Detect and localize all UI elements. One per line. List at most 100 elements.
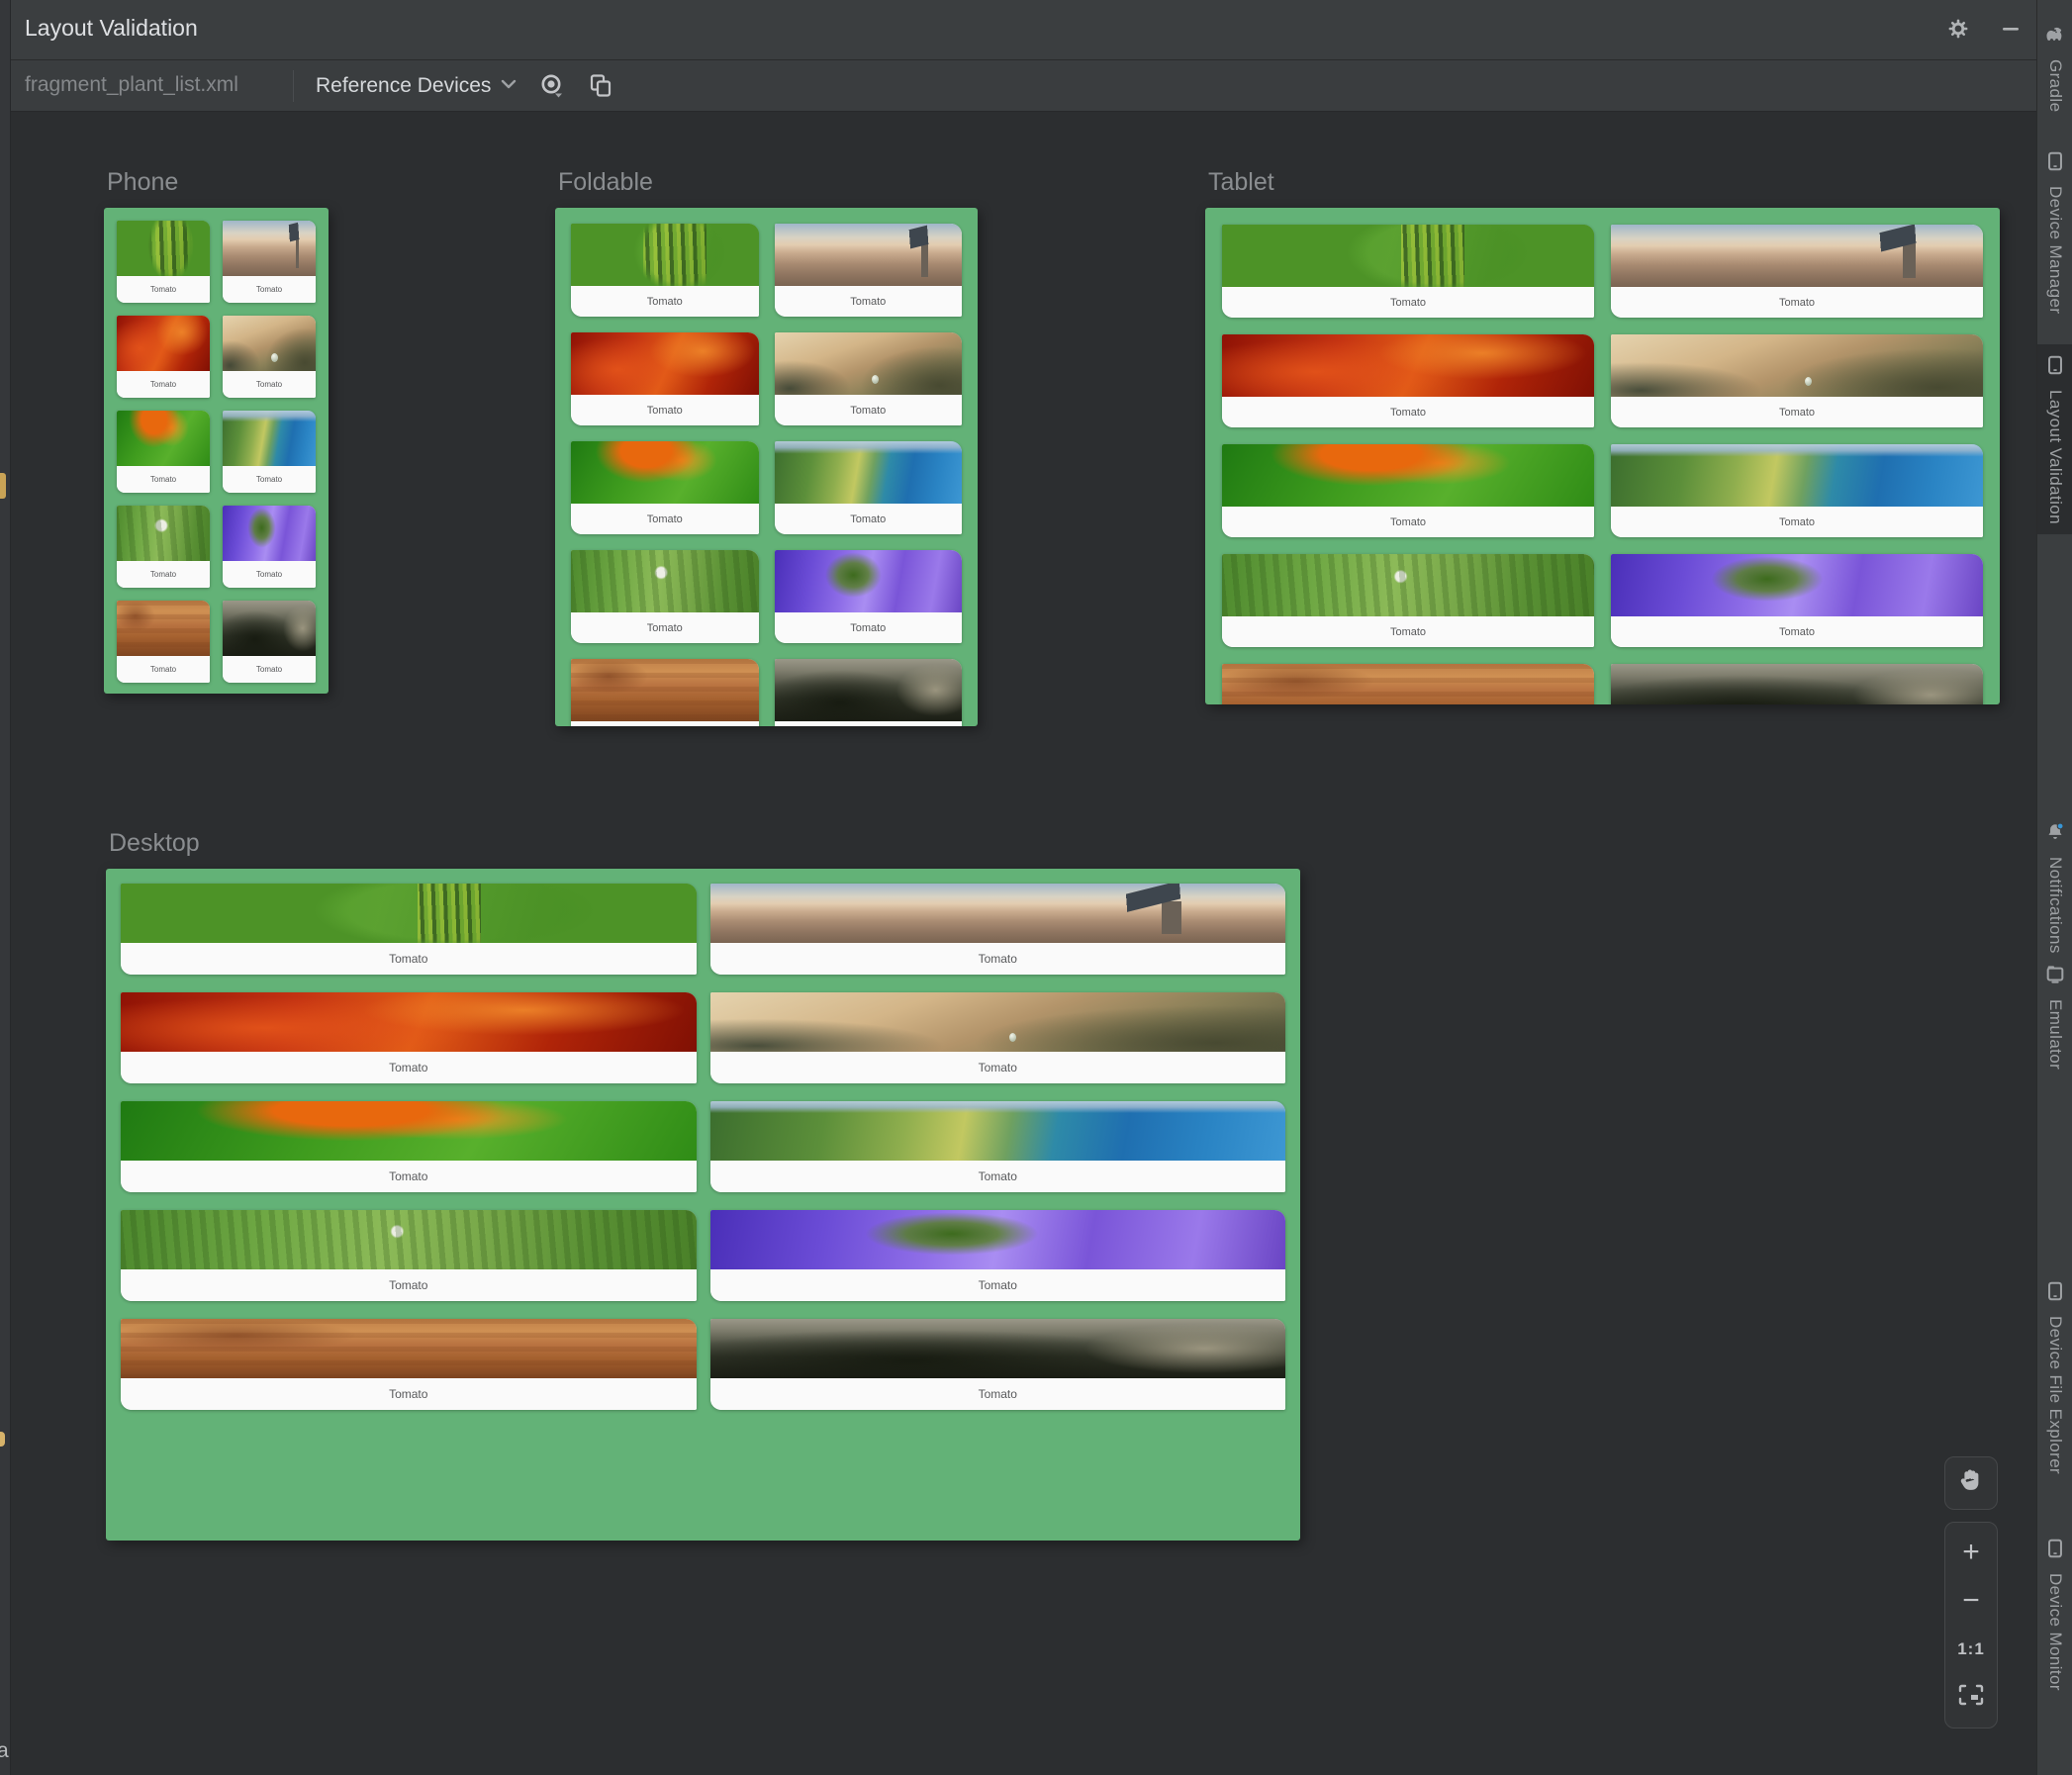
stripe-tab-label: Device File Explorer — [2046, 1316, 2065, 1475]
plant-card-caption: Tomato — [774, 721, 962, 726]
settings-button[interactable] — [1941, 14, 1975, 47]
plant-card-caption: Tomato — [223, 466, 316, 493]
plant-card: Tomato — [223, 411, 316, 493]
current-file-label: fragment_plant_list.xml — [25, 73, 238, 96]
fit-screen-icon — [1958, 1684, 1984, 1711]
desert-photo — [117, 601, 210, 656]
hide-tool-window-button[interactable] — [1994, 14, 2027, 47]
layout-validation-toolbar: fragment_plant_list.xml Reference Device… — [11, 60, 2036, 112]
plant-card: Tomato — [117, 601, 210, 683]
device-phone-icon — [2044, 1280, 2066, 1307]
plant-card: Tomato — [117, 221, 210, 303]
plant-card: Tomato — [223, 221, 316, 303]
plant-card-caption: Tomato — [117, 656, 210, 683]
telescope-city-photo — [774, 224, 962, 286]
plant-card: Tomato — [1222, 664, 1594, 704]
stripe-tab-device-monitor[interactable]: Device Monitor — [2037, 1528, 2072, 1701]
stripe-tab-layout-validation[interactable]: Layout Validation — [2037, 344, 2072, 534]
plant-card: Tomato — [223, 316, 316, 398]
stripe-tab-label: Gradle — [2046, 59, 2065, 113]
gear-icon — [1946, 17, 1970, 46]
plant-card-grid: Tomato Tomato Tomato Tomato Tomato Tomato Toma… — [106, 869, 1300, 1425]
plant-card-caption: Tomato — [774, 395, 962, 425]
stripe-tab-device-file-explorer[interactable]: Device File Explorer — [2037, 1270, 2072, 1484]
emulator-icon — [2044, 964, 2066, 990]
wood-drops-photo — [223, 316, 316, 371]
caterpillar-photo — [1222, 225, 1594, 287]
stripe-tab-notifications[interactable]: Notifications — [2037, 811, 2072, 964]
coastline-photo — [1611, 444, 1983, 507]
copy-icon — [588, 72, 613, 103]
plant-card: Tomato — [223, 506, 316, 588]
plant-card-caption: Tomato — [1222, 507, 1594, 537]
orange-maple-photo — [117, 411, 210, 466]
plant-card: Tomato — [1222, 225, 1594, 318]
purple-river-photo — [709, 1210, 1285, 1269]
plant-card: Tomato — [117, 411, 210, 493]
plant-card: Tomato — [223, 601, 316, 683]
plant-card-caption: Tomato — [1222, 287, 1594, 318]
plant-card: Tomato — [774, 550, 962, 643]
preview-panel-tablet: Tablet Tomato Tomato Tomato Tomato Tomato Toma… — [1205, 168, 2000, 704]
plant-card: Tomato — [121, 1210, 697, 1301]
red-maple-photo — [121, 992, 697, 1052]
plant-card-caption: Tomato — [1611, 397, 1983, 427]
coastline-photo — [223, 411, 316, 466]
plant-card: Tomato — [774, 332, 962, 425]
orange-maple-photo — [1222, 444, 1594, 507]
device-render-canvas: Tomato Tomato Tomato Tomato Tomato Tomato Toma… — [1205, 208, 2000, 704]
caterpillar-photo — [121, 884, 697, 943]
stripe-tab-emulator[interactable]: Emulator — [2037, 954, 2072, 1079]
plant-card: Tomato — [121, 992, 697, 1083]
plant-card-grid: Tomato Tomato Tomato Tomato Tomato Tomato Toma… — [1205, 208, 2000, 704]
right-tool-window-stripe: Gradle Device Manager Layout Validation Not… — [2036, 0, 2072, 1775]
forest-photo — [709, 1319, 1285, 1378]
tool-window-title: Layout Validation — [25, 15, 198, 41]
red-maple-photo — [117, 316, 210, 371]
device-render-canvas: Tomato Tomato Tomato Tomato Tomato Tomato Toma… — [104, 208, 329, 694]
plant-card-caption: Tomato — [121, 1269, 697, 1301]
plant-card: Tomato — [1222, 554, 1594, 647]
zoom-out-button[interactable]: − — [1949, 1579, 1993, 1623]
plant-card: Tomato — [121, 1101, 697, 1192]
plant-card: Tomato — [1611, 444, 1983, 537]
plant-card-caption: Tomato — [121, 943, 697, 975]
orange-maple-photo — [571, 441, 759, 504]
background-editor-mark — [0, 473, 6, 499]
plant-card-caption: Tomato — [709, 1378, 1285, 1410]
copy-layouts-button[interactable] — [582, 68, 619, 106]
reference-devices-dropdown[interactable]: Reference Devices — [308, 66, 524, 106]
stripe-tab-gradle[interactable]: Gradle — [2037, 14, 2072, 122]
zoom-in-button[interactable]: + — [1949, 1531, 1993, 1574]
purple-river-photo — [1611, 554, 1983, 616]
plant-card: Tomato — [1611, 554, 1983, 647]
device-render-canvas: Tomato Tomato Tomato Tomato Tomato Tomato Toma… — [106, 869, 1300, 1541]
telescope-city-photo — [223, 221, 316, 276]
stripe-tab-label: Notifications — [2046, 857, 2065, 954]
background-window-sliver: a — [0, 0, 11, 1775]
preview-panel-title: Foldable — [558, 168, 653, 196]
plant-card-caption: Tomato — [571, 504, 759, 534]
preview-panel-title: Desktop — [109, 829, 200, 857]
plant-card-caption: Tomato — [117, 371, 210, 398]
zoom-actual-size-button[interactable]: 1:1 — [1949, 1628, 1993, 1671]
visibility-options-button[interactable] — [532, 68, 570, 106]
stripe-tab-device-manager[interactable]: Device Manager — [2037, 140, 2072, 324]
plant-card-caption: Tomato — [709, 1269, 1285, 1301]
stripe-tab-label: Layout Validation — [2046, 390, 2065, 524]
zoom-to-fit-button[interactable] — [1949, 1676, 1993, 1720]
orange-maple-photo — [121, 1101, 697, 1161]
plant-card: Tomato — [774, 224, 962, 317]
plant-card-caption: Tomato — [117, 466, 210, 493]
pan-button[interactable] — [1944, 1456, 1998, 1510]
plant-card: Tomato — [1222, 444, 1594, 537]
telescope-city-photo — [709, 884, 1285, 943]
plant-card-caption: Tomato — [223, 656, 316, 683]
telescope-city-photo — [1611, 225, 1983, 287]
plant-card-caption: Tomato — [121, 1052, 697, 1083]
layout-validation-window: { "window": { "title": "Layout Validatio… — [0, 0, 2072, 1775]
red-maple-photo — [571, 332, 759, 395]
plant-card: Tomato — [571, 224, 759, 317]
plant-card-caption: Tomato — [571, 395, 759, 425]
farm-photo — [121, 1210, 697, 1269]
